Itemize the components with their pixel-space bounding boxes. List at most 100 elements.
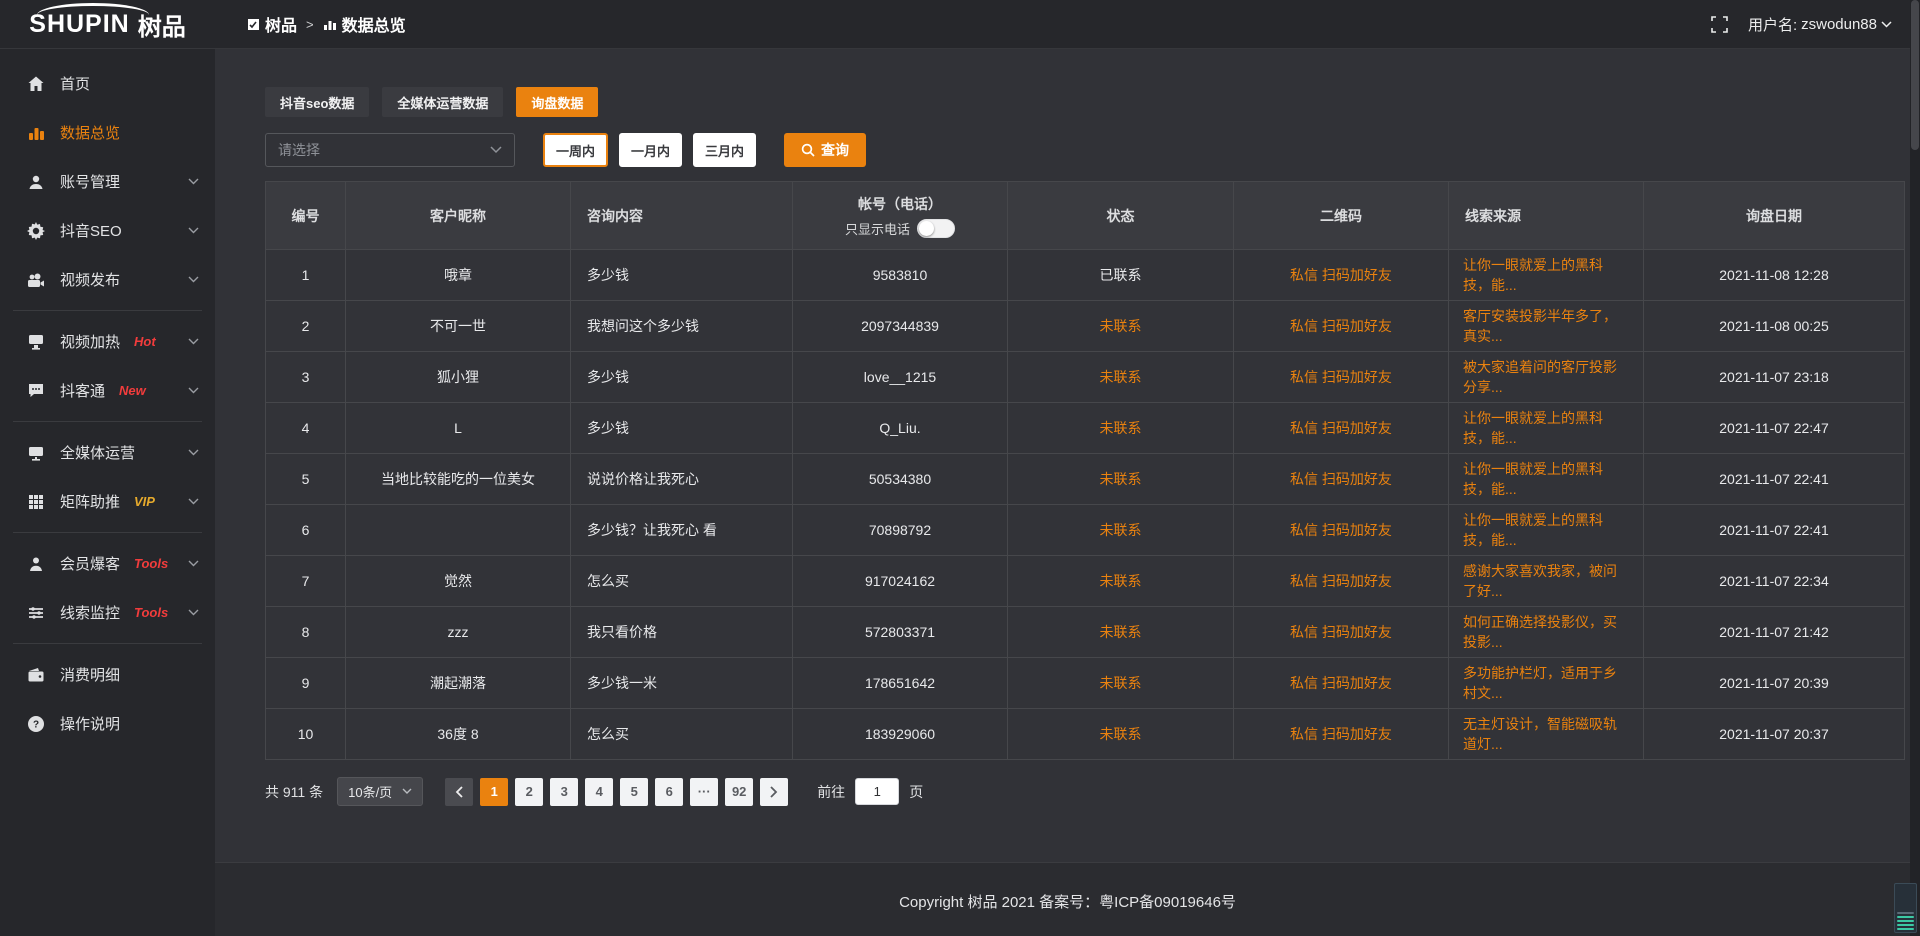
page-button-5[interactable]: 5 [620,778,648,806]
bar-chart-icon [323,18,337,31]
sidebar-item-douyin-seo[interactable]: 抖音SEO [0,206,215,255]
range-quarter-button[interactable]: 三月内 [693,133,756,167]
query-button[interactable]: 查询 [784,133,866,167]
cell-id: 3 [266,352,346,403]
col-date: 询盘日期 [1644,182,1905,250]
sidebar-item-home[interactable]: 首页 [0,59,215,108]
new-badge: New [119,383,146,398]
table-row: 1 哦章 多少钱 9583810 已联系 私信 扫码加好友 让你一眼就爱上的黑科… [266,250,1905,301]
range-month-button[interactable]: 一月内 [619,133,682,167]
status-badge: 未联系 [1008,454,1234,505]
sidebar-item-video-publish[interactable]: 视频发布 [0,255,215,304]
cell-content: 我想问这个多少钱 [571,301,793,352]
qr-friend-link[interactable]: 私信 扫码加好友 [1234,505,1449,556]
page-button-4[interactable]: 4 [585,778,613,806]
range-week-button[interactable]: 一周内 [543,133,608,167]
qr-friend-link[interactable]: 私信 扫码加好友 [1234,352,1449,403]
lead-source-link[interactable]: 客厅安装投影半年多了，真实... [1449,301,1644,352]
cell-account: 70898792 [793,505,1008,556]
copyright-text: Copyright 树品 2021 备案号：粤ICP备09019646号 [899,891,1236,912]
page-size-select[interactable]: 10条/页 [337,777,423,806]
wallet-icon [27,666,45,684]
chart-icon [27,124,45,142]
chevron-down-icon [188,338,199,345]
qr-friend-link[interactable]: 私信 扫码加好友 [1234,658,1449,709]
user-area: 用户名: zswodun88 [1711,14,1892,35]
sidebar-item-omni-media[interactable]: 全媒体运营 [0,428,215,477]
sidebar-item-label: 数据总览 [60,122,120,143]
fullscreen-icon[interactable] [1711,16,1728,33]
pagination-prev-button[interactable] [445,778,473,806]
cell-nickname: 当地比较能吃的一位美女 [346,454,571,505]
user-menu[interactable]: 用户名: zswodun88 [1748,14,1892,35]
lead-source-link[interactable]: 让你一眼就爱上的黑科技，能... [1449,505,1644,556]
chevron-down-icon [402,788,412,795]
sidebar-item-lead-monitor[interactable]: 线索监控 Tools [0,588,215,637]
svg-text:?: ? [33,719,39,730]
lead-source-link[interactable]: 让你一眼就爱上的黑科技，能... [1449,454,1644,505]
sidebar-item-video-heat[interactable]: 视频加热 Hot [0,317,215,366]
col-qrcode: 二维码 [1234,182,1449,250]
sidebar-item-consumption[interactable]: 消费明细 [0,650,215,699]
breadcrumb-separator: > [306,17,314,32]
sidebar-item-member-burst[interactable]: 会员爆客 Tools [0,539,215,588]
sidebar-item-help[interactable]: ? 操作说明 [0,699,215,748]
cell-id: 5 [266,454,346,505]
page-button-3[interactable]: 3 [550,778,578,806]
cell-content: 怎么买 [571,556,793,607]
qr-friend-link[interactable]: 私信 扫码加好友 [1234,556,1449,607]
page-button-1[interactable]: 1 [480,778,508,806]
phone-only-toggle[interactable] [917,219,955,238]
table-row: 2 不可一世 我想问这个多少钱 2097344839 未联系 私信 扫码加好友 … [266,301,1905,352]
qr-friend-link[interactable]: 私信 扫码加好友 [1234,454,1449,505]
col-nickname: 客户昵称 [346,182,571,250]
tab-douyin-seo-data[interactable]: 抖音seo数据 [265,87,369,117]
qr-friend-link[interactable]: 私信 扫码加好友 [1234,403,1449,454]
cell-date: 2021-11-08 00:25 [1644,301,1905,352]
lead-source-link[interactable]: 多功能护栏灯，适用于乡村文... [1449,658,1644,709]
breadcrumb-root[interactable]: 树品 [247,12,297,36]
sidebar-item-label: 抖客通 [60,380,105,401]
sidebar-item-data-overview[interactable]: 数据总览 [0,108,215,157]
goto-page-input[interactable] [855,778,899,805]
page-button-6[interactable]: 6 [655,778,683,806]
qr-friend-link[interactable]: 私信 扫码加好友 [1234,250,1449,301]
lead-source-link[interactable]: 感谢大家喜欢我家，被问了好... [1449,556,1644,607]
cell-date: 2021-11-07 22:34 [1644,556,1905,607]
page-button-2[interactable]: 2 [515,778,543,806]
lead-source-link[interactable]: 被大家追着问的客厅投影分享... [1449,352,1644,403]
pagination-next-button[interactable] [760,778,788,806]
hot-badge: Hot [134,334,156,349]
table-row: 5 当地比较能吃的一位美女 说说价格让我死心 50534380 未联系 私信 扫… [266,454,1905,505]
sidebar-item-douketong[interactable]: 抖客通 New [0,366,215,415]
sidebar-item-matrix-boost[interactable]: 矩阵助推 VIP [0,477,215,526]
qr-friend-link[interactable]: 私信 扫码加好友 [1234,709,1449,760]
scrollbar-thumb[interactable] [1911,0,1919,150]
lead-source-link[interactable]: 让你一眼就爱上的黑科技，能... [1449,403,1644,454]
chevron-down-icon [188,387,199,394]
qr-friend-link[interactable]: 私信 扫码加好友 [1234,301,1449,352]
account-select[interactable]: 请选择 [265,133,515,167]
sidebar-divider [13,421,202,422]
cell-content: 说说价格让我死心 [571,454,793,505]
page-button-92[interactable]: 92 [725,778,753,806]
vertical-scrollbar[interactable] [1910,0,1920,936]
sidebar-item-account[interactable]: 账号管理 [0,157,215,206]
tab-inquiry-data[interactable]: 询盘数据 [516,87,598,117]
cell-id: 2 [266,301,346,352]
qr-friend-link[interactable]: 私信 扫码加好友 [1234,607,1449,658]
inquiry-table: 编号 客户昵称 咨询内容 帐号（电话） 只显示电话 状态 二维码 线索来源 询盘… [265,181,1905,760]
cell-account: 178651642 [793,658,1008,709]
table-row: 6 多少钱？让我死心 看 70898792 未联系 私信 扫码加好友 让你一眼就… [266,505,1905,556]
page-ellipsis-button[interactable]: ··· [690,778,718,806]
lead-source-link[interactable]: 无主灯设计，智能磁吸轨道灯... [1449,709,1644,760]
status-badge: 未联系 [1008,301,1234,352]
tools-badge: Tools [134,605,168,620]
person-icon [27,555,45,573]
app-square-icon [247,18,260,31]
col-status: 状态 [1008,182,1234,250]
tab-omni-media-data[interactable]: 全媒体运营数据 [382,87,503,117]
lead-source-link[interactable]: 如何正确选择投影仪，买投影... [1449,607,1644,658]
username-label: 用户名: [1748,14,1797,35]
lead-source-link[interactable]: 让你一眼就爱上的黑科技，能... [1449,250,1644,301]
